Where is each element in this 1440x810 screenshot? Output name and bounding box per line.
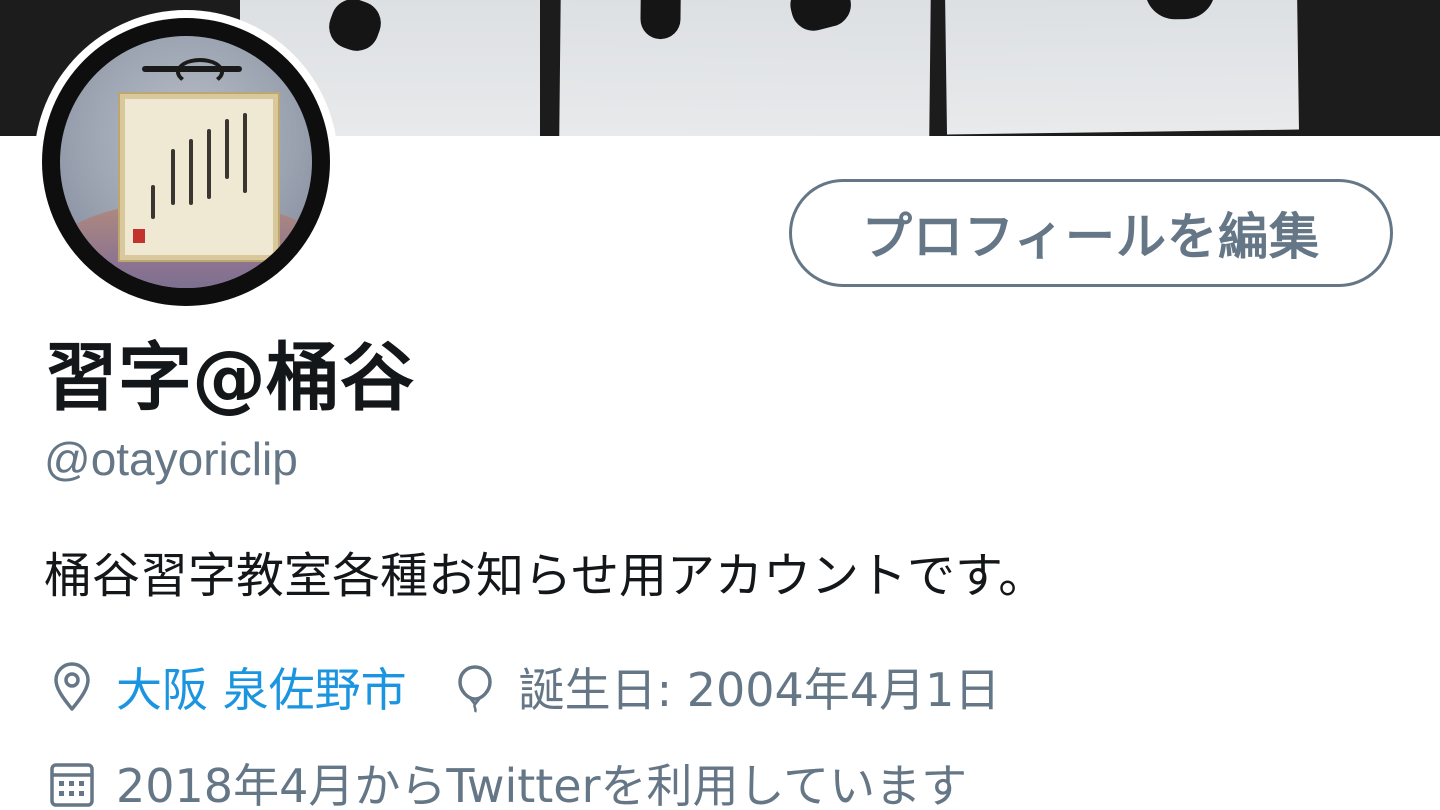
profile-bio: 桶谷習字教室各種お知らせ用アカウントです。	[44, 548, 1047, 604]
calligraphy-card-image	[120, 94, 278, 260]
profile-join-date: 2018年4月からTwitterを利用しています	[116, 759, 968, 810]
profile-location-link[interactable]: 大阪 泉佐野市	[116, 654, 407, 720]
balloon-icon	[457, 665, 492, 713]
user-handle: @otayoriclip	[44, 433, 298, 485]
profile-meta-row: 2018年4月からTwitterを利用しています	[44, 750, 967, 810]
calendar-icon	[50, 763, 94, 807]
banner-paper	[945, 0, 1299, 135]
avatar-image	[60, 36, 312, 288]
profile-birthday: 誕生日: 2004年4月1日	[518, 663, 1001, 717]
profile-page: プロフィールを編集 習字@桶谷 @otayoriclip 桶谷習字教室各種お知ら…	[0, 0, 1440, 810]
edit-profile-button[interactable]: プロフィールを編集	[789, 179, 1393, 287]
display-name: 習字@桶谷	[44, 335, 414, 421]
profile-meta-row: 大阪 泉佐野市 誕生日: 2004年4月1日	[44, 654, 1000, 720]
location-pin-icon	[54, 662, 90, 711]
avatar[interactable]	[42, 18, 330, 306]
banner-paper	[559, 0, 931, 136]
